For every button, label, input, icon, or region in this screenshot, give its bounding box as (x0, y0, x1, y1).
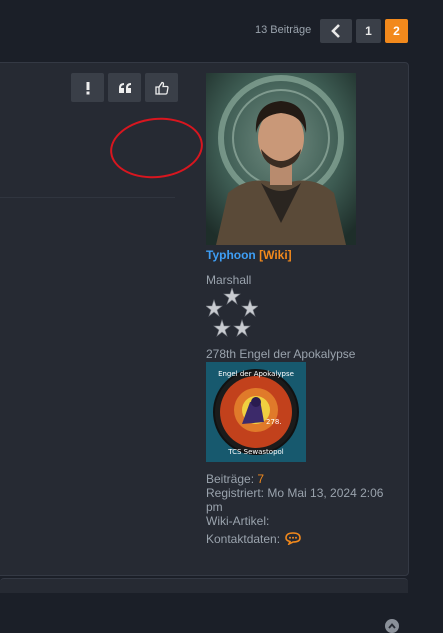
username: Typhoon [Wiki] (206, 248, 292, 262)
post-content-divider (0, 197, 175, 198)
red-highlight-circle (107, 113, 206, 183)
quote-button[interactable] (108, 73, 141, 102)
page-2-current[interactable]: 2 (385, 19, 408, 43)
posts-label: Beiträge: (206, 472, 255, 486)
badge-text-bottom: TCS Sewastopol (227, 448, 284, 456)
username-link[interactable]: Typhoon (206, 248, 256, 262)
team-logo: 278. Engel der Apokalypse TCS Sewastopol (206, 362, 306, 462)
arrow-up-icon (388, 623, 396, 629)
next-post-edge (0, 578, 408, 593)
report-button[interactable] (71, 73, 104, 102)
wiki-article-label: Wiki-Artikel: (206, 514, 270, 528)
page-1-button[interactable]: 1 (356, 19, 381, 43)
rank-stars-icon (205, 287, 259, 338)
exclamation-icon (86, 81, 89, 94)
chevron-left-icon (331, 24, 340, 38)
like-button[interactable] (145, 73, 178, 102)
wiki-link[interactable]: [Wiki] (259, 248, 292, 262)
badge-text-top: Engel der Apokalypse (218, 370, 294, 378)
registered-label: Registriert: (206, 486, 265, 500)
quote-icon (118, 82, 131, 93)
user-team: 278th Engel der Apokalypse (206, 347, 356, 361)
user-contact: Kontaktdaten: (206, 532, 302, 546)
user-avatar[interactable] (206, 73, 356, 245)
posts-value[interactable]: 7 (257, 472, 264, 486)
previous-page-button[interactable] (320, 19, 352, 43)
topic-pagination-bar: 13 Beiträge 1 2 (0, 0, 443, 62)
back-to-top-button[interactable] (385, 619, 399, 633)
user-registered: Registriert: Mo Mai 13, 2024 2:06 pm (206, 486, 396, 514)
thumbs-up-icon (154, 81, 169, 95)
post-count: 13 Beiträge (255, 24, 312, 36)
chat-bubble-icon[interactable] (285, 532, 302, 546)
user-posts: Beiträge: 7 (206, 472, 264, 486)
user-rank: Marshall (206, 273, 252, 287)
avatar-portrait-image (206, 73, 356, 245)
contact-label: Kontaktdaten: (206, 532, 281, 546)
badge-number: 278. (266, 418, 282, 426)
